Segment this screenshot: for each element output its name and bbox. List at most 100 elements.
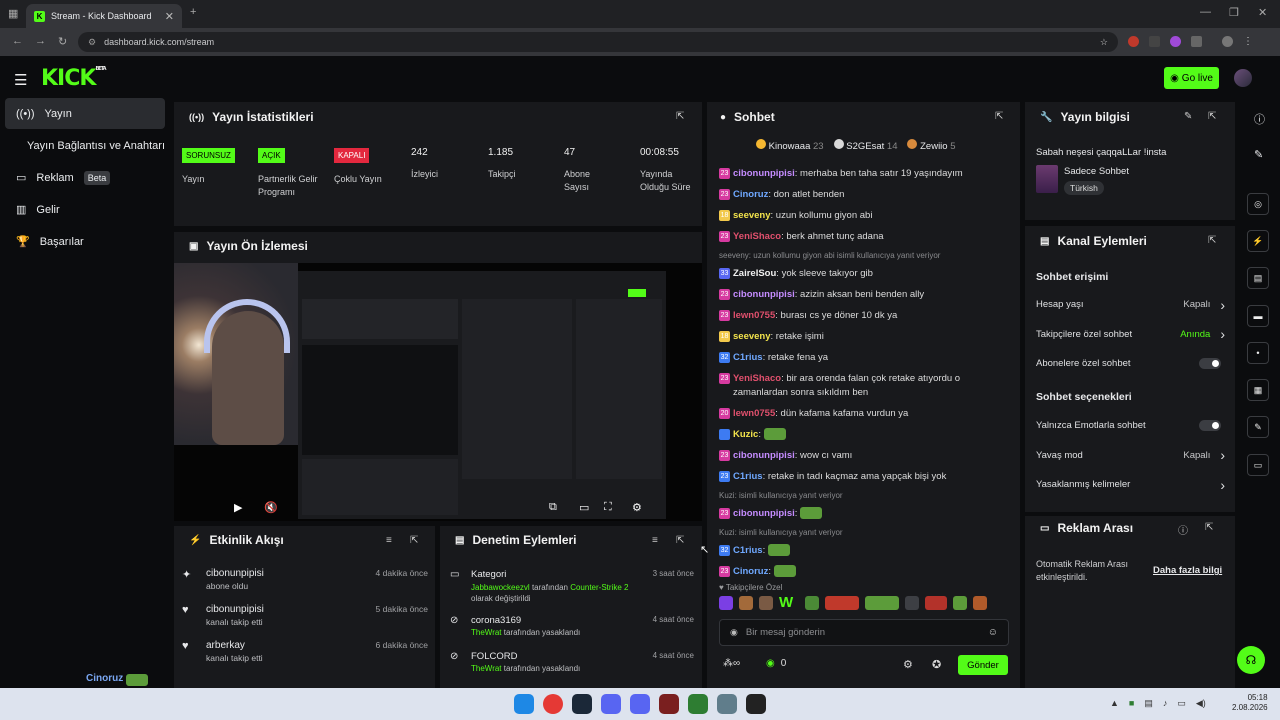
chat-username[interactable]: YeniShaco <box>733 373 781 384</box>
emoji-icon[interactable]: ☺ <box>988 627 998 638</box>
nav-item-stream[interactable]: ((•)) Yayın <box>5 98 165 129</box>
extension-icon[interactable] <box>1149 36 1160 47</box>
popout-icon[interactable]: ⇱ <box>1205 522 1213 533</box>
user-avatar[interactable] <box>1234 69 1252 87</box>
chat-username[interactable]: cibonunpipisi <box>733 450 795 461</box>
theater-icon[interactable]: ▭ <box>579 501 589 514</box>
chat-username[interactable]: lewn0755 <box>733 408 775 419</box>
hamburger-menu-icon[interactable]: ☰ <box>14 71 27 89</box>
toggle-switch[interactable] <box>1199 358 1221 370</box>
volume-icon[interactable]: ◀) <box>1196 698 1206 709</box>
chat-username[interactable]: C1rius <box>733 352 763 363</box>
taskbar-clock[interactable]: 05:18 2.08.2026 <box>1232 693 1268 713</box>
emote-icon[interactable] <box>953 596 967 610</box>
emote-icon[interactable] <box>739 596 753 610</box>
camera-icon[interactable]: ◎ <box>1247 193 1269 215</box>
bookmark-star-icon[interactable]: ☆ <box>1100 37 1108 48</box>
site-info-icon[interactable]: ⚙ <box>88 37 96 48</box>
settings-icon[interactable]: ⚙ <box>632 501 642 514</box>
extension-icon[interactable] <box>1128 36 1139 47</box>
activity-user[interactable]: cibonunpipisi <box>206 604 264 615</box>
toggle-switch[interactable] <box>1199 420 1221 432</box>
edit-icon[interactable]: ✎ <box>1184 111 1192 122</box>
popout-icon[interactable]: ⇱ <box>1208 111 1216 122</box>
bolt-icon[interactable]: ⚡ <box>1247 230 1269 252</box>
chat-input[interactable]: ◉ Bir mesaj gönderin ☺ <box>719 619 1009 646</box>
info-icon[interactable]: ⓘ <box>1178 522 1188 537</box>
browser-tab[interactable]: K Stream - Kick Dashboard ✕ <box>26 4 182 28</box>
mod-title[interactable]: FOLCORD <box>471 651 631 662</box>
play-icon[interactable]: ▶ <box>234 501 242 514</box>
reload-icon[interactable]: ↻ <box>58 35 67 48</box>
nav-item-achievements[interactable]: 🏆 Başarılar <box>5 226 165 257</box>
chat-username[interactable]: Cinoruz <box>733 566 768 577</box>
more-info-link[interactable]: Daha fazla bilgi <box>1153 565 1222 576</box>
fullscreen-icon[interactable]: ⛶ <box>604 501 612 514</box>
nav-item-stream-key[interactable]: Yayın Bağlantısı ve Anahtarı <box>5 130 177 161</box>
channel-setting-row[interactable]: Abonelere özel sohbet <box>1036 349 1225 379</box>
emote-icon[interactable] <box>759 596 773 610</box>
discord-icon[interactable] <box>601 694 621 714</box>
popout-icon[interactable]: ⇱ <box>676 535 684 546</box>
channel-setting-row[interactable]: Hesap yaşı Kapalı › <box>1036 290 1225 320</box>
mod-actor[interactable]: TheWrat <box>471 664 502 673</box>
points-icon[interactable]: ⁂∞ <box>723 658 740 669</box>
close-tab-icon[interactable]: ✕ <box>165 10 174 23</box>
support-headset-icon[interactable]: ☊ <box>1237 646 1265 674</box>
filter-icon[interactable]: ≡ <box>652 535 658 546</box>
extension-icon[interactable] <box>1170 36 1181 47</box>
close-window-icon[interactable]: ✕ <box>1258 6 1267 19</box>
emote-icon[interactable] <box>973 596 987 610</box>
new-tab-button[interactable]: + <box>190 6 196 18</box>
emote-icon[interactable] <box>825 596 859 610</box>
mute-icon[interactable]: 🔇 <box>264 501 278 514</box>
go-live-button[interactable]: ◉ Go live <box>1164 67 1219 89</box>
puzzle-icon[interactable] <box>1191 36 1202 47</box>
stream-preview-video[interactable]: ▶ 🔇 ⧉ ▭ ⛶ ⚙ <box>174 263 702 521</box>
popout-icon[interactable]: ⇱ <box>410 535 418 546</box>
channel-actions-icon[interactable]: ▦ <box>1247 379 1269 401</box>
chat-username[interactable]: cibonunpipisi <box>733 289 795 300</box>
xbox-icon[interactable] <box>688 694 708 714</box>
chat-settings-icon[interactable]: ⚙ <box>903 658 913 671</box>
chat-username[interactable]: Cinoruz <box>733 189 768 200</box>
chat-username[interactable]: lewn0755 <box>733 310 775 321</box>
chat-username[interactable]: seeveny <box>733 331 771 342</box>
network-icon[interactable]: ▭ <box>1177 698 1186 709</box>
activity-user[interactable]: arberkay <box>206 640 263 651</box>
steam-icon[interactable] <box>572 694 592 714</box>
info-icon[interactable]: ⓘ <box>1254 111 1265 127</box>
popout-icon[interactable]: ⇱ <box>995 111 1003 122</box>
emote-icon[interactable] <box>925 596 947 610</box>
chrome-icon[interactable] <box>543 694 563 714</box>
back-icon[interactable]: ← <box>12 35 23 47</box>
filter-icon[interactable]: ≡ <box>386 535 392 546</box>
ad-break-icon[interactable]: ▭ <box>1247 454 1269 476</box>
kick-logo[interactable]: KICKBETA <box>41 66 107 91</box>
url-field[interactable]: ⚙ dashboard.kick.com/stream ☆ <box>78 32 1118 52</box>
chat-username[interactable]: seeveny <box>733 210 771 221</box>
mod-title[interactable]: corona3169 <box>471 615 631 626</box>
channel-setting-row[interactable]: Yasaklanmış kelimeler › <box>1036 470 1225 500</box>
tab-menu-icon[interactable]: ▦ <box>8 7 18 20</box>
windows-start-icon[interactable] <box>514 694 534 714</box>
microphone-icon[interactable]: ♪ <box>1163 698 1168 709</box>
chat-username[interactable]: C1rius <box>733 471 763 482</box>
emote-icon[interactable] <box>805 596 819 610</box>
popout-icon[interactable]: ⇱ <box>1208 235 1216 246</box>
channel-setting-row[interactable]: Takipçilere özel sohbet Anında › <box>1036 320 1225 350</box>
settings-icon[interactable] <box>717 694 737 714</box>
chat-username[interactable]: YeniShaco <box>733 231 781 242</box>
emote-icon[interactable]: W <box>779 595 799 614</box>
send-button[interactable]: Gönder <box>958 655 1008 675</box>
tray-app-icon[interactable]: ■ <box>1129 698 1134 709</box>
emote-icon[interactable] <box>905 596 919 610</box>
activity-user[interactable]: cibonunpipisi <box>206 568 264 579</box>
broadcast-icon[interactable]: • <box>1247 342 1269 364</box>
nav-item-revenue[interactable]: ▥ Gelir <box>5 194 165 225</box>
edit-icon[interactable]: ✎ <box>1254 148 1263 161</box>
top-gifter[interactable]: S2GEsat 14 <box>833 139 897 152</box>
chat-bubble-icon[interactable]: ▬ <box>1247 305 1269 327</box>
tray-app-icon[interactable]: ▤ <box>1144 698 1153 709</box>
tray-chevron-icon[interactable]: ▲ <box>1110 698 1119 709</box>
